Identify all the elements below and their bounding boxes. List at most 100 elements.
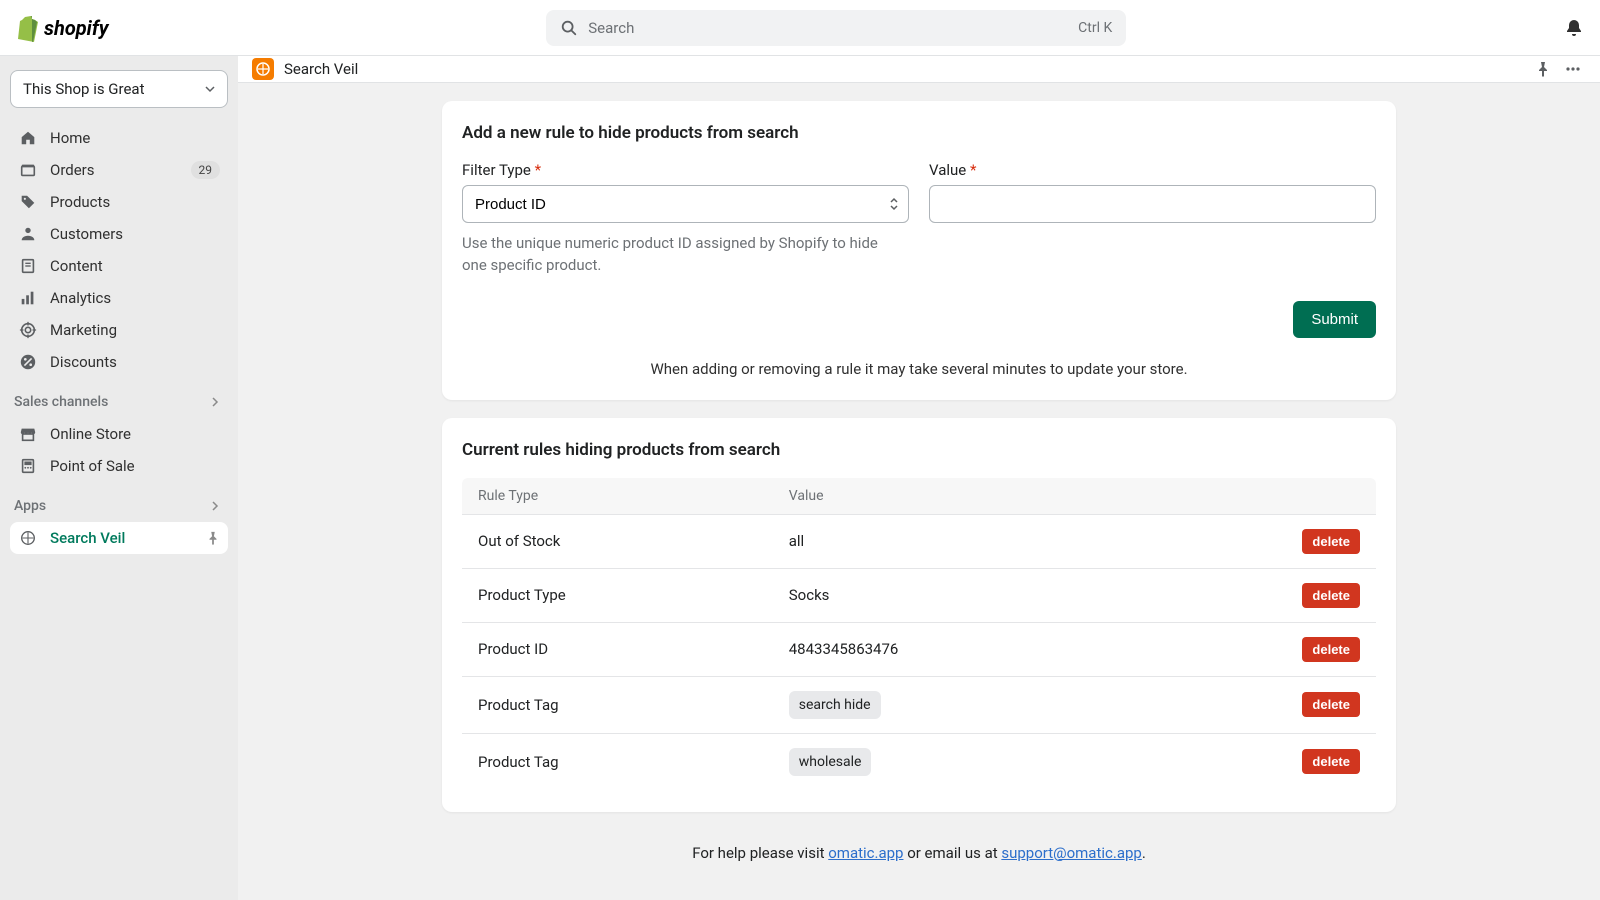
more-button[interactable] [1560,56,1586,82]
cell-value: search hide [773,676,1286,733]
sidebar-item-analytics[interactable]: Analytics [10,282,228,314]
cell-value: 4843345863476 [773,622,1286,676]
sidebar-item-marketing[interactable]: Marketing [10,314,228,346]
sales-channels-header: Sales channels [14,394,108,410]
app-header: Search Veil [238,56,1600,83]
cell-value: Socks [773,568,1286,622]
person-icon [18,224,38,244]
value-input[interactable] [929,185,1376,223]
rules-title: Current rules hiding products from searc… [462,440,1376,460]
filter-type-select[interactable] [462,185,909,223]
table-row: Product Tag search hide delete [462,676,1376,733]
bell-icon[interactable] [1564,18,1584,38]
col-rule-type: Rule Type [462,478,773,515]
brand-text: shopify [44,16,109,40]
apps-header: Apps [14,498,46,514]
delete-button[interactable]: delete [1302,529,1360,554]
col-value: Value [773,478,1286,515]
cell-rule-type: Product Tag [462,676,773,733]
add-rule-title: Add a new rule to hide products from sea… [462,123,1376,143]
search-shortcut: Ctrl K [1078,20,1112,36]
main: Search Veil Add a new rule to hide produ… [238,56,1600,900]
sidebar-item-label: Online Store [50,425,220,443]
filter-type-help: Use the unique numeric product ID assign… [462,233,892,277]
box-icon [18,160,38,180]
pos-icon [18,456,38,476]
home-icon [18,128,38,148]
add-rule-note: When adding or removing a rule it may ta… [462,360,1376,378]
sidebar-item-home[interactable]: Home [10,122,228,154]
submit-button[interactable]: Submit [1293,301,1376,338]
sidebar-item-products[interactable]: Products [10,186,228,218]
sidebar-item-point-of-sale[interactable]: Point of Sale [10,450,228,482]
add-rule-card: Add a new rule to hide products from sea… [442,101,1396,400]
sidebar-item-content[interactable]: Content [10,250,228,282]
rules-table: Rule Type Value Out of StockalldeletePro… [462,478,1376,790]
pin-icon[interactable] [206,531,220,545]
sidebar: This Shop is Great Home Orders 29 Products C… [0,56,238,900]
veil-icon [18,528,38,548]
cell-rule-type: Product Type [462,568,773,622]
sidebar-item-label: Products [50,193,220,211]
delete-button[interactable]: delete [1302,637,1360,662]
app-name: Search Veil [284,60,1526,78]
delete-button[interactable]: delete [1302,583,1360,608]
sidebar-item-label: Marketing [50,321,220,339]
table-row: Product TypeSocks delete [462,568,1376,622]
table-row: Product Tagwholesale delete [462,733,1376,790]
cell-rule-type: Product ID [462,622,773,676]
value-label: Value * [929,161,1376,179]
sidebar-item-discounts[interactable]: Discounts [10,346,228,378]
cell-value: wholesale [773,733,1286,790]
sidebar-item-label: Content [50,257,220,275]
shop-selector[interactable]: This Shop is Great [10,70,228,108]
sidebar-item-label: Point of Sale [50,457,220,475]
search-wrap: Search Ctrl K [109,10,1564,46]
store-icon [18,424,38,444]
chart-icon [18,288,38,308]
delete-button[interactable]: delete [1302,692,1360,717]
delete-button[interactable]: delete [1302,749,1360,774]
topbar-right [1564,18,1584,38]
chevron-right-icon [210,501,220,511]
filter-type-label: Filter Type * [462,161,909,179]
sidebar-item-label: Search Veil [50,529,194,547]
sidebar-section-sales-channels[interactable]: Sales channels [10,380,228,416]
chevron-right-icon [210,397,220,407]
sidebar-item-label: Customers [50,225,220,243]
sidebar-item-customers[interactable]: Customers [10,218,228,250]
caret-down-icon [205,84,215,94]
required-asterisk: * [535,161,541,179]
sidebar-section-apps[interactable]: Apps [10,484,228,520]
app-icon [252,58,274,80]
brand-logo[interactable]: shopify [16,14,109,42]
search-placeholder: Search [588,19,1078,37]
sidebar-item-label: Orders [50,161,179,179]
tag-chip: search hide [789,691,881,719]
footer-link-site[interactable]: omatic.app [828,844,903,862]
content: Add a new rule to hide products from sea… [238,83,1600,900]
rules-card: Current rules hiding products from searc… [442,418,1396,812]
footer-help: For help please visit omatic.app or emai… [692,844,1146,862]
footer-link-email[interactable]: support@omatic.app [1001,844,1141,862]
cell-value: all [773,514,1286,568]
sidebar-item-label: Discounts [50,353,220,371]
content-icon [18,256,38,276]
sidebar-item-label: Analytics [50,289,220,307]
search-input[interactable]: Search Ctrl K [546,10,1126,46]
table-row: Out of Stockall delete [462,514,1376,568]
shop-selector-label: This Shop is Great [23,80,144,98]
sidebar-item-online-store[interactable]: Online Store [10,418,228,450]
cell-rule-type: Out of Stock [462,514,773,568]
search-icon [560,19,578,37]
tag-icon [18,192,38,212]
required-asterisk: * [970,161,976,179]
sidebar-badge: 29 [191,161,221,179]
table-row: Product ID4843345863476 delete [462,622,1376,676]
sidebar-item-orders[interactable]: Orders 29 [10,154,228,186]
topbar: shopify Search Ctrl K [0,0,1600,56]
cell-rule-type: Product Tag [462,733,773,790]
pin-button[interactable] [1530,56,1556,82]
sidebar-item-label: Home [50,129,220,147]
sidebar-item-search-veil[interactable]: Search Veil [10,522,228,554]
